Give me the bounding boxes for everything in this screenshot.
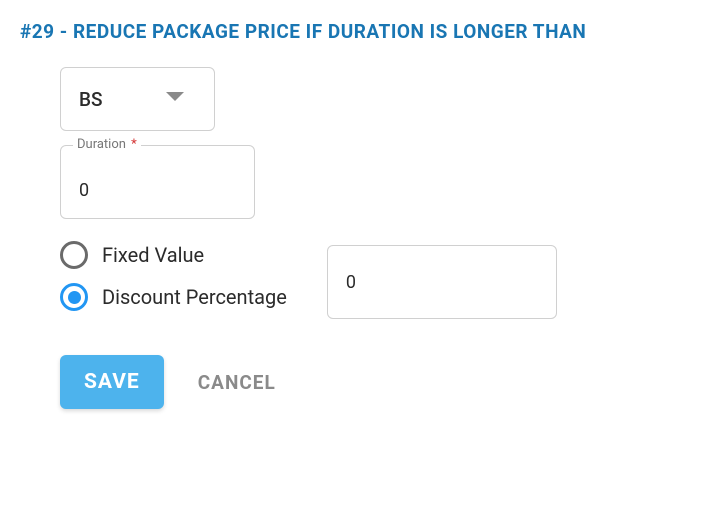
duration-input[interactable] [61,146,254,218]
radio-fixed-label: Fixed Value [102,243,204,267]
duration-label: Duration * [73,137,141,152]
duration-field[interactable]: Duration * [60,145,255,219]
type-select-value: BS [79,88,103,111]
amount-input[interactable] [328,246,556,318]
page-title: #29 - REDUCE PACKAGE PRICE IF DURATION I… [20,20,708,43]
required-mark: * [131,137,137,152]
discount-type-radio-group: Fixed Value Discount Percentage [60,239,287,311]
save-button[interactable]: SAVE [60,355,164,409]
amount-field[interactable] [327,245,557,319]
radio-unchecked-icon [60,241,88,269]
radio-fixed-value[interactable]: Fixed Value [60,241,287,269]
radio-discount-percentage[interactable]: Discount Percentage [60,283,287,311]
chevron-down-icon [166,92,184,102]
radio-checked-icon [60,283,88,311]
radio-percentage-label: Discount Percentage [102,285,287,309]
cancel-button[interactable]: CANCEL [198,371,276,394]
type-select[interactable]: BS [60,67,215,131]
